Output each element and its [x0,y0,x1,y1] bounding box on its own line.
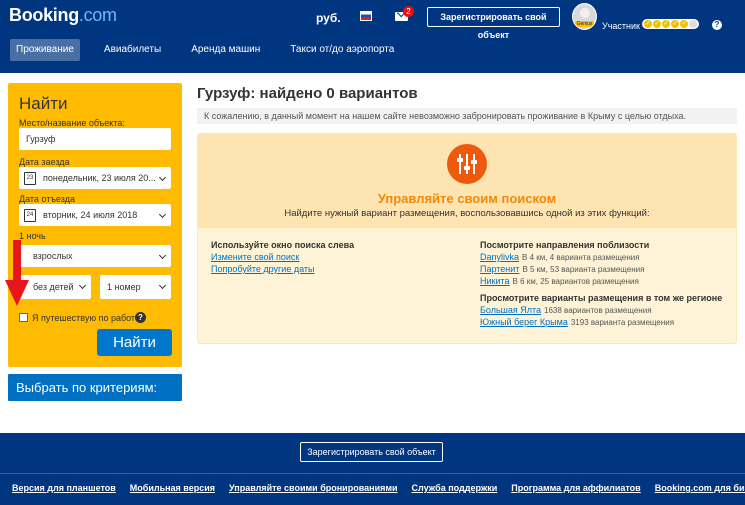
nearby-item: Danylivka В 4 км, 4 варианта размещения [480,252,640,262]
calendar-icon: 24 [24,209,36,222]
footer-link-mobile[interactable]: Мобильная версия [130,483,215,493]
logo-suffix: .com [78,5,117,25]
nearby-info: В 4 км, 4 варианта размещения [522,253,640,262]
search-panel: Найти Место/название объекта: Гурзуф Дат… [8,83,182,367]
top-header: Booking.com руб. 2 Зарегистрировать свой… [0,0,745,73]
genius-badge: Genius [575,21,594,27]
genius-progress: ✓ ✓ ✓ ✓ ✓ [642,19,699,29]
chevron-down-icon [158,251,167,260]
footer: Зарегистрировать свой объект Версия для … [0,433,745,505]
panel-header: Управляйте своим поиском Найдите нужный … [198,134,736,228]
panel-title: Управляйте своим поиском [377,191,557,206]
chevron-down-icon [158,210,167,219]
nearby-item: Никита В 6 км, 25 вариантов размещения [480,276,639,286]
help-icon[interactable]: ? [712,20,722,30]
chevron-down-icon [158,173,167,182]
left-column-heading: Используйте окно поиска слева [211,240,355,250]
checkout-label: Дата отъезда [19,194,75,204]
change-search-link[interactable]: Измените свой поиск [211,252,299,262]
chevron-down-icon [78,281,87,290]
adults-value: взрослых [33,251,73,261]
nearby-link-danylivka[interactable]: Danylivka [480,252,519,262]
checkin-value: понедельник, 23 июля 20... [43,173,156,183]
page-title: Гурзуф: найдено 0 вариантов [197,85,418,102]
coin-icon: ✓ [644,20,652,28]
nav-item-flights[interactable]: Авиабилеты [98,39,167,61]
booking-logo[interactable]: Booking.com [9,5,117,26]
other-dates-link[interactable]: Попробуйте другие даты [211,264,315,274]
region-info: 1638 вариантов размещения [544,306,652,315]
coin-empty-icon [689,20,697,28]
region-link-yalta[interactable]: Большая Ялта [480,305,541,315]
footer-link-affiliates[interactable]: Программа для аффилиатов [511,483,640,493]
search-button[interactable]: Найти [97,329,172,356]
region-item: Южный берег Крыма 3193 варианта размещени… [480,317,674,327]
rooms-select[interactable]: 1 номер [100,275,171,299]
panel-subtitle: Найдите нужный вариант размещения, воспо… [284,208,650,219]
coin-icon: ✓ [653,20,661,28]
destination-label: Место/название объекта: [19,118,125,128]
nav-item-stays[interactable]: Проживание [10,39,80,61]
logo-text: Booking [9,5,79,25]
filter-by-criteria-header[interactable]: Выбрать по критериям: [8,374,182,401]
nav-item-car-rental[interactable]: Аренда машин [185,39,266,61]
footer-link-support[interactable]: Служба поддержки [412,483,498,493]
work-travel-checkbox[interactable] [19,313,28,322]
nearby-heading: Посмотрите направления поблизости [480,240,650,250]
register-property-footer-button[interactable]: Зарегистрировать свой объект [300,442,443,462]
help-icon[interactable]: ? [135,312,146,323]
calendar-icon: 23 [24,172,36,185]
rooms-value: 1 номер [107,282,141,292]
adults-select[interactable]: взрослых [19,245,171,267]
language-flag-icon[interactable] [360,11,372,21]
checkin-date-field[interactable]: 23 понедельник, 23 июля 20... [19,167,171,189]
nearby-link-partenit[interactable]: Партенит [480,264,519,274]
member-label: Участник [602,21,640,31]
currency-selector[interactable]: руб. [316,11,341,25]
footer-link-tablet[interactable]: Версия для планшетов [12,483,116,493]
sliders-icon [447,144,487,184]
coin-icon: ✓ [671,20,679,28]
register-property-button[interactable]: Зарегистрировать свой объект [427,7,560,40]
region-link-south-coast[interactable]: Южный берег Крыма [480,317,568,327]
chevron-down-icon [158,281,167,290]
footer-link-manage-bookings[interactable]: Управляйте своими бронированиями [229,483,398,493]
children-select[interactable]: без детей [19,275,91,299]
checkin-label: Дата заезда [19,157,70,167]
mail-count-badge: 2 [403,6,414,17]
crimea-notice: К сожалению, в данный момент на нашем са… [197,108,737,124]
region-heading: Просмотрите варианты размещения в том же… [480,293,723,303]
nearby-link-nikita[interactable]: Никита [480,276,510,286]
region-item: Большая Ялта 1638 вариантов размещения [480,305,652,315]
nearby-item: Партенит В 5 км, 53 варианта размещения [480,264,644,274]
children-value: без детей [33,282,74,292]
checkout-value: вторник, 24 июля 2018 [43,210,138,220]
work-travel-label: Я путешествую по работе [32,313,140,323]
destination-input[interactable]: Гурзуф [19,128,171,150]
avatar[interactable]: Genius [572,3,597,30]
manage-search-panel: Управляйте своим поиском Найдите нужный … [197,133,737,344]
coin-icon: ✓ [680,20,688,28]
footer-divider [0,473,745,474]
nav-item-airport-taxi[interactable]: Такси от/до аэропорта [284,39,400,61]
nearby-info: В 6 км, 25 вариантов размещения [512,277,639,286]
red-arrow-icon [5,240,29,306]
nearby-info: В 5 км, 53 варианта размещения [522,265,645,274]
region-info: 3193 варианта размещения [570,318,675,327]
checkout-date-field[interactable]: 24 вторник, 24 июля 2018 [19,204,171,226]
footer-link-business[interactable]: Booking.com для бизнеса [655,483,745,493]
footer-links: Версия для планшетов Мобильная версия Уп… [12,483,745,493]
coin-icon: ✓ [662,20,670,28]
search-title: Найти [19,94,68,113]
main-nav: Проживание Авиабилеты Аренда машин Такси… [10,39,418,61]
